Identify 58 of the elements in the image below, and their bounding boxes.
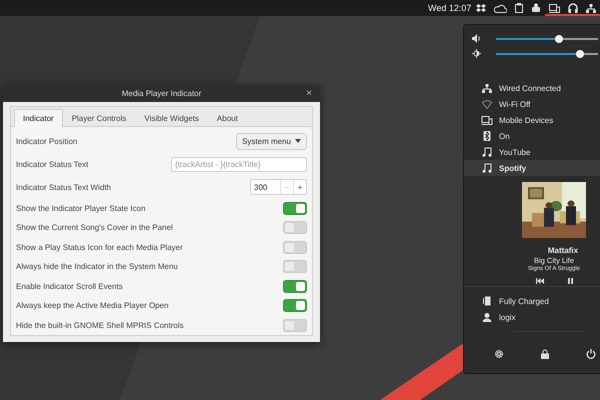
setting-label: Indicator Position [16,136,78,146]
setting-label: Show the Indicator Player State Icon [16,204,146,213]
menu-item[interactable]: Mobile Devices [464,112,600,128]
network-icon[interactable] [586,4,596,12]
setting-label: Hide the built-in GNOME Shell MPRIS Controls [16,320,184,330]
wifi-icon [480,100,494,108]
status-text-field[interactable]: {trackArtist - }{trackTitle} [171,156,307,172]
artist-name: Mattafix [548,246,578,255]
cloud-icon[interactable] [494,4,508,12]
tab[interactable]: About [208,108,247,126]
dropbox-icon[interactable] [476,4,486,12]
position-dropdown[interactable]: System menu [236,132,307,150]
devices-icon [480,116,494,124]
headphones-icon[interactable] [568,3,578,13]
menu-item[interactable]: Wired Connected [464,80,600,96]
clock[interactable]: Wed 12:07 [428,3,472,13]
setting-label: Show a Play Status Icon for each Media Player [16,242,183,252]
user-icon [480,312,494,322]
toggle-switch[interactable] [283,299,307,312]
music-note-icon [480,163,494,173]
devices-icon[interactable] [549,4,560,12]
toggle-switch[interactable] [283,318,307,332]
width-spinner[interactable]: 300 − + [250,179,307,195]
toggle-switch[interactable] [283,240,307,254]
setting-label: Enable Indicator Scroll Events [16,282,123,291]
menu-item[interactable]: On [464,128,600,144]
clipboard-icon[interactable] [515,3,524,13]
pause-icon[interactable] [568,278,572,284]
setting-label: Indicator Status Text [16,160,88,168]
settings-icon[interactable] [494,349,504,359]
caret-icon [295,139,301,143]
setting-label: Indicator Status Text Width [16,182,112,192]
network-icon [480,84,494,92]
window-title: Media Player Indicator [122,88,202,98]
menu-item[interactable]: YouTube [464,144,600,160]
setting-label: Always hide the Indicator in the System Menu [16,262,178,272]
setting-label: Always keep the Active Media Player Open [16,301,169,310]
music-note-icon [480,147,494,157]
tab[interactable]: Visible Widgets [135,108,208,126]
menu-item[interactable]: Wi-Fi Off [464,96,600,112]
toggle-switch[interactable] [283,280,307,293]
menu-item[interactable]: logix [464,309,600,325]
close-button[interactable]: × [306,88,312,100]
tab[interactable]: Player Controls [62,108,136,126]
setting-label: Show the Current Song's Cover in the Panel [16,223,173,232]
tab[interactable]: Indicator [14,108,63,126]
toggle-switch[interactable] [283,202,307,215]
spinner-value: 300 [253,182,268,194]
toggle-switch[interactable] [283,260,307,274]
menu-item[interactable]: Fully Charged [464,293,600,309]
power-icon[interactable] [586,349,596,359]
increment-button[interactable]: + [293,180,306,194]
lock-icon[interactable] [541,349,549,359]
brightness-icon [472,49,481,58]
menu-item[interactable]: Spotify [464,160,600,176]
previous-icon[interactable] [536,278,544,284]
toggle-switch[interactable] [283,221,307,234]
volume-icon [472,34,481,43]
